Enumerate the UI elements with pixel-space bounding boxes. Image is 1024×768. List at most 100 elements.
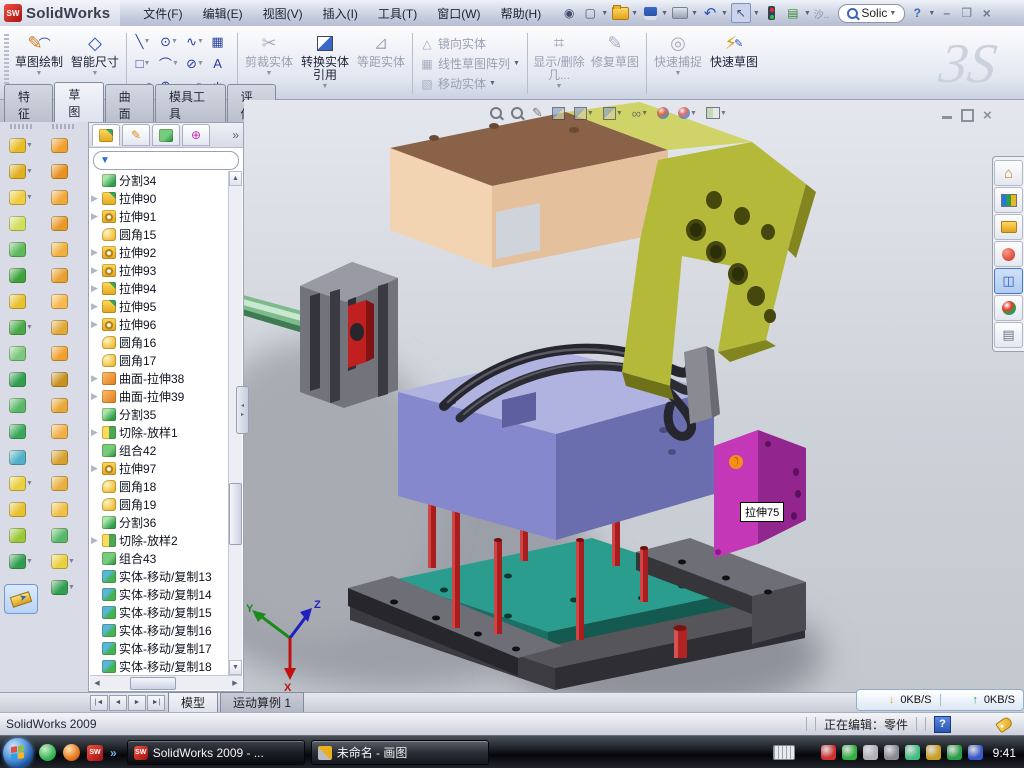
tree-filter-box[interactable]: ▼ <box>93 151 239 170</box>
tree-item[interactable]: ▶ 组合43 <box>91 549 229 567</box>
tree-item[interactable]: ▶ 圆角18 <box>91 477 229 495</box>
surface-tool-button[interactable]: ▼ <box>51 262 75 288</box>
surface-tool-button[interactable]: ▼ <box>51 496 75 522</box>
search-caret-icon[interactable]: ▼ <box>889 10 896 17</box>
convert-entities-button[interactable]: 转换实体引用 ▼ <box>297 28 353 99</box>
tree-item[interactable]: ▶ 曲面-拉伸38 <box>91 369 229 387</box>
scroll-down-icon[interactable]: ▼ <box>229 660 242 675</box>
rotate-view-icon[interactable]: ✎ <box>532 105 543 121</box>
hide-show-items-icon[interactable]: ∞▼ <box>632 106 648 121</box>
feature-tool-button[interactable]: ▼ <box>9 184 33 210</box>
command-tab[interactable]: 特征 <box>4 84 53 126</box>
restore-button[interactable]: ❒ <box>958 6 975 20</box>
tray-icon[interactable] <box>968 745 983 760</box>
taskbar-button-paint[interactable]: 未命名 - 画图 <box>311 740 489 765</box>
feature-tool-button[interactable]: ▼ <box>9 470 33 496</box>
tree-item[interactable]: ▶ 实体-移动/复制13 <box>91 567 229 585</box>
panel-overflow-button[interactable]: » <box>232 128 239 142</box>
tray-icon[interactable] <box>905 745 920 760</box>
configuration-manager-tab[interactable] <box>152 124 180 146</box>
taskbar-button-solidworks[interactable]: SW SolidWorks 2009 - ... <box>127 740 305 765</box>
menu-item[interactable]: 编辑(E) <box>194 2 252 25</box>
tree-item[interactable]: ▶ 圆角16 <box>91 333 229 351</box>
solidworks-resources-tab[interactable]: ⌂ <box>994 160 1023 186</box>
surface-tool-button[interactable]: ▼ <box>51 288 75 314</box>
expand-arrow-icon[interactable]: ▶ <box>91 211 99 222</box>
menu-item[interactable]: 工具(T) <box>369 2 426 25</box>
surface-tool-button[interactable]: ▼ <box>51 340 75 366</box>
tree-item[interactable]: ▶ 拉伸95 <box>91 297 229 315</box>
surface-tool-button[interactable]: ▼ <box>51 470 75 496</box>
surface-tool-button[interactable]: ▼ <box>51 444 75 470</box>
3d-model[interactable]: Y Z X <box>244 100 1024 692</box>
quick-launch-chevron-icon[interactable]: » <box>110 746 117 760</box>
surface-tool-button[interactable]: ▼ <box>51 132 75 158</box>
tree-item[interactable]: ▶ 圆角17 <box>91 351 229 369</box>
view-palette-tab[interactable]: ◫ <box>994 268 1023 294</box>
tree-item[interactable]: ▶ 拉伸91 <box>91 207 229 225</box>
tree-item[interactable]: ▶ 切除-放样2 <box>91 531 229 549</box>
expand-arrow-icon[interactable]: ▶ <box>91 427 99 438</box>
surface-tool-button[interactable]: ▼ <box>51 418 75 444</box>
expand-arrow-icon[interactable]: ▶ <box>91 283 99 294</box>
surface-tool-button[interactable]: ▼ <box>51 184 75 210</box>
expand-arrow-icon[interactable]: ▶ <box>91 391 99 402</box>
tag-icon[interactable] <box>995 715 1014 733</box>
rebuild-icon[interactable] <box>763 4 781 22</box>
file-explorer-tab[interactable] <box>994 214 1023 240</box>
tree-item[interactable]: ▶ 实体-移动/复制18 <box>91 657 229 675</box>
expand-arrow-icon[interactable]: ▶ <box>91 247 99 258</box>
tree-item[interactable]: ▶ 实体-移动/复制16 <box>91 621 229 639</box>
doc-minimize-button[interactable] <box>942 116 952 119</box>
clamp-unit[interactable] <box>300 262 398 408</box>
command-tab[interactable]: 曲面 <box>105 84 154 126</box>
pin-icon[interactable]: ◉ <box>560 4 578 22</box>
top-clamp-plate[interactable] <box>390 112 668 268</box>
feature-tool-button[interactable]: ▼ <box>9 392 33 418</box>
zoom-area-icon[interactable] <box>511 107 523 119</box>
view-settings-icon[interactable]: ▼ <box>706 107 727 119</box>
sketch-entity-icon[interactable]: ⊘ ▼ <box>182 53 208 75</box>
tray-icon[interactable] <box>821 745 836 760</box>
input-method-icon[interactable] <box>773 745 795 760</box>
repair-sketch-button[interactable]: ✎ 修复草图 <box>587 28 643 99</box>
tab-nav-last[interactable]: ►| <box>147 695 165 711</box>
tray-icon[interactable] <box>926 745 941 760</box>
tree-item[interactable]: ▶ 拉伸97 <box>91 459 229 477</box>
new-file-icon[interactable]: ▢ <box>581 4 599 22</box>
tray-icon[interactable] <box>947 745 962 760</box>
instant3d-button[interactable] <box>4 584 38 614</box>
tree-item[interactable]: ▶ 实体-移动/复制15 <box>91 603 229 621</box>
tray-icon[interactable] <box>863 745 878 760</box>
toolbar-grip[interactable] <box>10 124 32 129</box>
command-tab[interactable]: 模具工具 <box>155 84 226 126</box>
surface-tool-button[interactable]: ▼ <box>51 392 75 418</box>
feature-tool-button[interactable]: ▼ <box>9 236 33 262</box>
hose-fitting[interactable] <box>684 346 720 424</box>
surface-tool-button[interactable]: ▼ <box>51 236 75 262</box>
sketch-entity-icon[interactable]: ⊙ ▼ <box>156 31 182 53</box>
print-icon[interactable] <box>671 4 689 22</box>
scroll-up-icon[interactable]: ▲ <box>229 171 242 186</box>
surface-tool-button[interactable]: ▼ <box>51 574 75 600</box>
open-file-icon[interactable] <box>611 4 629 22</box>
sketch-entity-icon[interactable]: ∿ ▼ <box>182 31 208 53</box>
menu-item[interactable]: 插入(I) <box>314 2 367 25</box>
tree-item[interactable]: ▶ 切除-放样1 <box>91 423 229 441</box>
model-tab[interactable]: 运动算例 1 <box>220 692 304 714</box>
quick-snaps-button[interactable]: ◎ 快速捕捉 ▼ <box>650 28 706 99</box>
sketch-entity-icon[interactable]: ▦ ▼ <box>208 31 234 53</box>
rapid-sketch-button[interactable]: ⚡✎ 快速草图 <box>706 28 762 99</box>
view-orientation-icon[interactable]: ▼ <box>574 107 594 120</box>
feature-tool-button[interactable]: ▼ <box>9 314 33 340</box>
surface-tool-button[interactable]: ▼ <box>51 314 75 340</box>
tree-item[interactable]: ▶ 拉伸92 <box>91 243 229 261</box>
expand-arrow-icon[interactable]: ▶ <box>91 535 99 546</box>
tree-horizontal-scrollbar[interactable]: ◀ ▶ <box>90 675 242 690</box>
tree-item[interactable]: ▶ 拉伸94 <box>91 279 229 297</box>
tab-nav-first[interactable]: |◄ <box>90 695 108 711</box>
expand-arrow-icon[interactable]: ▶ <box>91 463 99 474</box>
feature-tool-button[interactable]: ▼ <box>9 262 33 288</box>
tree-item[interactable]: ▶ 拉伸90 <box>91 189 229 207</box>
start-button[interactable] <box>3 738 33 768</box>
